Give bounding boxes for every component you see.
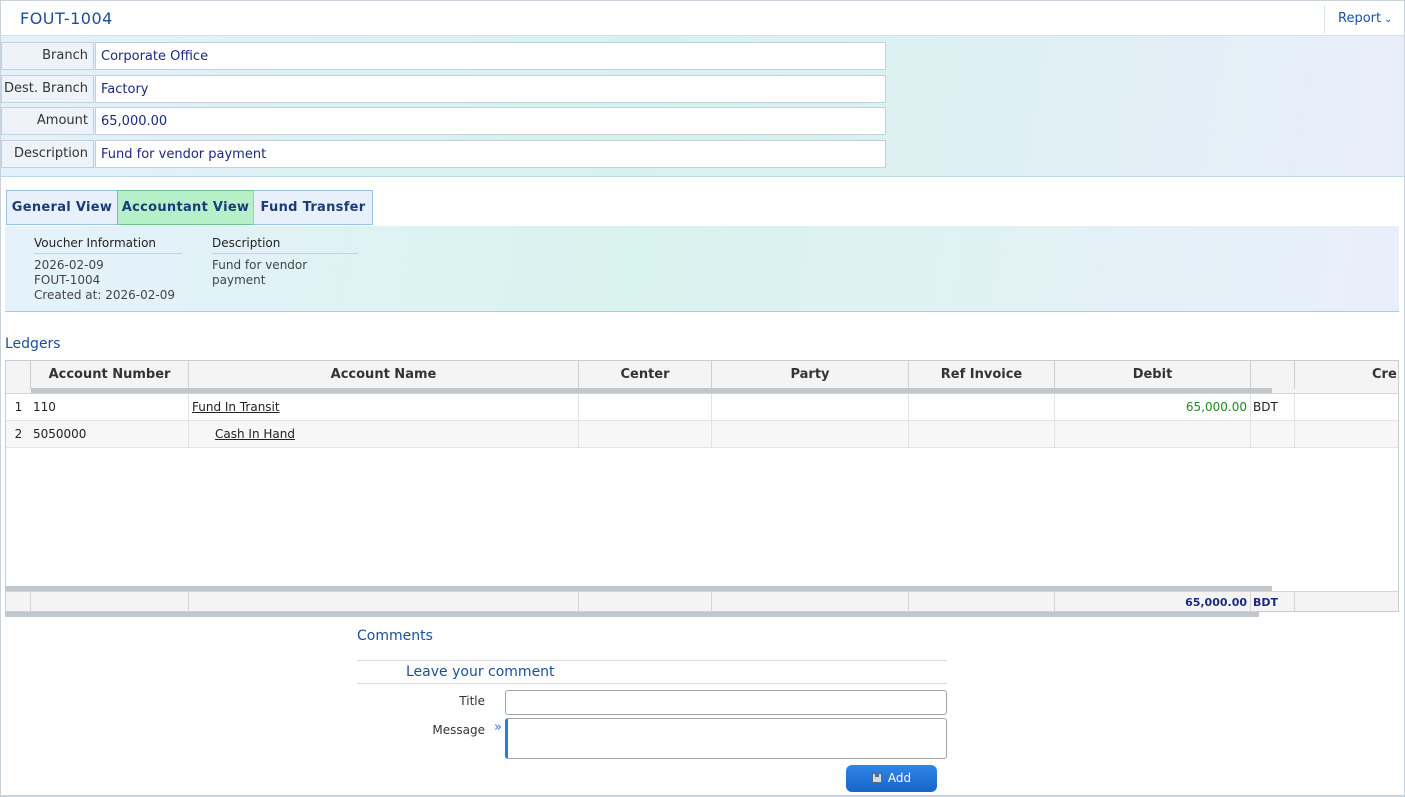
- page-title: FOUT-1004: [20, 9, 113, 28]
- currency-cell: [1251, 421, 1295, 448]
- credit-cell: [1295, 421, 1398, 448]
- description-field[interactable]: Fund for vendor payment: [95, 140, 886, 168]
- debit-total: 65,000.00: [1055, 592, 1251, 611]
- tab-accountant-view[interactable]: Accountant View: [117, 190, 254, 225]
- center-cell: [579, 421, 712, 448]
- chevron-down-icon: ⌄: [1384, 14, 1393, 25]
- add-comment-button[interactable]: Add: [846, 765, 937, 792]
- footer-account-name: [189, 592, 579, 611]
- branch-label: Branch: [1, 42, 94, 70]
- voucher-number: FOUT-1004: [34, 273, 101, 287]
- total-currency: BDT: [1251, 592, 1295, 611]
- voucher-created-at: Created at: 2026-02-09: [34, 288, 175, 302]
- currency-header: [1251, 361, 1295, 389]
- dest-branch-row: Dest. Branch Factory: [1, 75, 886, 103]
- account-name-link[interactable]: Fund In Transit: [189, 394, 579, 421]
- footer-center: [579, 592, 712, 611]
- center-cell: [579, 394, 712, 421]
- double-chevron-right-icon: »: [494, 720, 502, 735]
- column-header-account-name[interactable]: Account Name: [189, 361, 579, 389]
- row-number-header: [6, 361, 31, 389]
- save-disk-icon: [871, 773, 882, 783]
- footer-credit: [1295, 592, 1398, 611]
- top-bar: FOUT-1004 Report ⌄: [1, 1, 1404, 36]
- branch-field[interactable]: Corporate Office: [95, 42, 886, 70]
- comment-message-input[interactable]: [505, 718, 947, 759]
- voucher-date: 2026-02-09: [34, 258, 104, 272]
- title-label: Title: [459, 694, 485, 708]
- tab-general-view[interactable]: General View: [6, 190, 118, 225]
- grid-footer: 65,000.00 BDT: [6, 591, 1398, 611]
- report-label: Report: [1338, 11, 1382, 26]
- account-number-cell: 5050000: [31, 421, 189, 448]
- ref-invoice-cell: [909, 421, 1055, 448]
- comments-title: Comments: [357, 628, 433, 644]
- ledgers-title: Ledgers: [5, 336, 61, 352]
- comment-title-input[interactable]: [505, 690, 947, 715]
- header-scrollbar[interactable]: [31, 388, 1272, 393]
- ref-invoice-cell: [909, 394, 1055, 421]
- amount-label: Amount: [1, 107, 94, 135]
- footer-party: [712, 592, 909, 611]
- table-row[interactable]: 1 110 Fund In Transit 65,000.00 BDT: [6, 394, 1398, 421]
- report-dropdown-button[interactable]: Report ⌄: [1324, 6, 1404, 33]
- debit-cell: 65,000.00: [1055, 394, 1251, 421]
- row-number: 2: [14, 427, 23, 441]
- ledgers-grid: Account Number Account Name Center Party…: [5, 360, 1399, 612]
- column-header-account-number[interactable]: Account Number: [31, 361, 189, 389]
- amount-row: Amount 65,000.00: [1, 107, 886, 135]
- column-header-debit[interactable]: Debit: [1055, 361, 1251, 389]
- comments-section: Comments Leave your comment Title Messag…: [357, 628, 947, 759]
- row-number: 1: [14, 400, 23, 414]
- footer-account-number: [31, 592, 189, 611]
- column-header-ref-invoice[interactable]: Ref Invoice: [909, 361, 1055, 389]
- currency-cell: BDT: [1251, 394, 1295, 421]
- grid-header: Account Number Account Name Center Party…: [6, 361, 1398, 394]
- table-row[interactable]: 2 5050000 Cash In Hand: [6, 421, 1398, 448]
- message-label: Message: [432, 723, 485, 737]
- footer-ref-invoice: [909, 592, 1055, 611]
- dest-branch-label: Dest. Branch: [1, 75, 94, 103]
- column-header-center[interactable]: Center: [579, 361, 712, 389]
- description-heading: Description: [212, 236, 358, 254]
- add-button-label: Add: [887, 771, 912, 785]
- description-label: Description: [1, 140, 94, 168]
- footer-spacer: [6, 592, 31, 611]
- voucher-info-column: Voucher Information 2026-02-09 FOUT-1004…: [34, 236, 182, 303]
- account-number-cell: 110: [31, 394, 189, 421]
- amount-field[interactable]: 65,000.00: [95, 107, 886, 135]
- account-name-link[interactable]: Cash In Hand: [189, 421, 579, 448]
- description-text: Fund for vendor payment: [212, 258, 308, 287]
- voucher-header-form: Branch Corporate Office Dest. Branch Fac…: [1, 36, 1404, 177]
- credit-cell: [1295, 394, 1398, 421]
- column-header-credit[interactable]: Cre: [1295, 361, 1398, 389]
- debit-cell: [1055, 421, 1251, 448]
- tab-fund-transfer[interactable]: Fund Transfer: [253, 190, 373, 225]
- description-row: Description Fund for vendor payment: [1, 140, 886, 168]
- branch-row: Branch Corporate Office: [1, 42, 886, 70]
- dest-branch-field[interactable]: Factory: [95, 75, 886, 103]
- voucher-info-heading: Voucher Information: [34, 236, 182, 254]
- description-column: Description Fund for vendor payment: [212, 236, 358, 288]
- voucher-info-panel: Voucher Information 2026-02-09 FOUT-1004…: [5, 226, 1399, 312]
- bottom-scrollbar[interactable]: [5, 612, 1259, 617]
- party-cell: [712, 394, 909, 421]
- column-header-party[interactable]: Party: [712, 361, 909, 389]
- leave-comment-heading: Leave your comment: [357, 660, 947, 684]
- party-cell: [712, 421, 909, 448]
